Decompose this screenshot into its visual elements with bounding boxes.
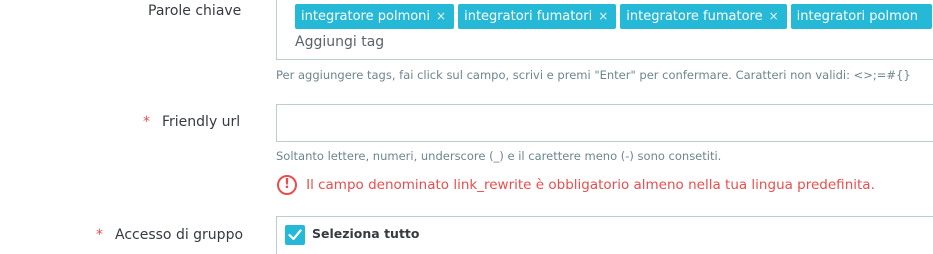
checkmark-icon [288,229,302,241]
tag-label: integratori fumatori [464,9,593,24]
remove-tag-icon[interactable]: × [769,9,779,23]
group-access-table: Seleziona tutto [276,216,933,254]
tag-chip: integratore polmoni × [295,4,455,29]
select-all-checkbox[interactable] [285,225,305,245]
add-tag-placeholder[interactable]: Aggiungi tag [295,34,384,50]
required-mark: * [143,114,150,130]
group-access-label: * Accesso di gruppo [96,227,243,243]
tag-chip: integratori polmon [790,4,932,29]
tag-list: integratore polmoni × integratori fumatori… [295,4,933,29]
error-message: Il campo denominato link_rewrite è obbli… [306,176,875,193]
tag-label: integratori polmon [796,9,918,24]
friendly-url-label-text: Friendly url [162,114,241,130]
group-access-label-text: Accesso di gruppo [115,227,244,243]
tag-chip: integratore fumatore × [620,4,787,29]
friendly-url-error: ! Il campo denominato link_rewrite è obb… [277,174,875,195]
remove-tag-icon[interactable]: × [436,9,446,23]
select-all-label[interactable]: Seleziona tutto [312,226,420,241]
friendly-url-help-text: Soltanto lettere, numeri, underscore (_)… [276,149,722,163]
keywords-label: Parole chiave [148,3,242,19]
error-icon: ! [277,174,297,195]
friendly-url-label: * Friendly url [143,114,240,130]
tag-chip: integratori fumatori × [458,4,617,29]
tag-label: integratore fumatore [626,9,763,24]
keywords-help-text: Per aggiungere tags, fai click sul campo… [276,68,911,82]
remove-tag-icon[interactable]: × [598,9,608,23]
tags-input[interactable]: integratore polmoni × integratori fumatori… [276,0,933,60]
tag-label: integratore polmoni [301,9,431,24]
required-mark: * [96,227,103,243]
friendly-url-input[interactable] [276,104,933,142]
